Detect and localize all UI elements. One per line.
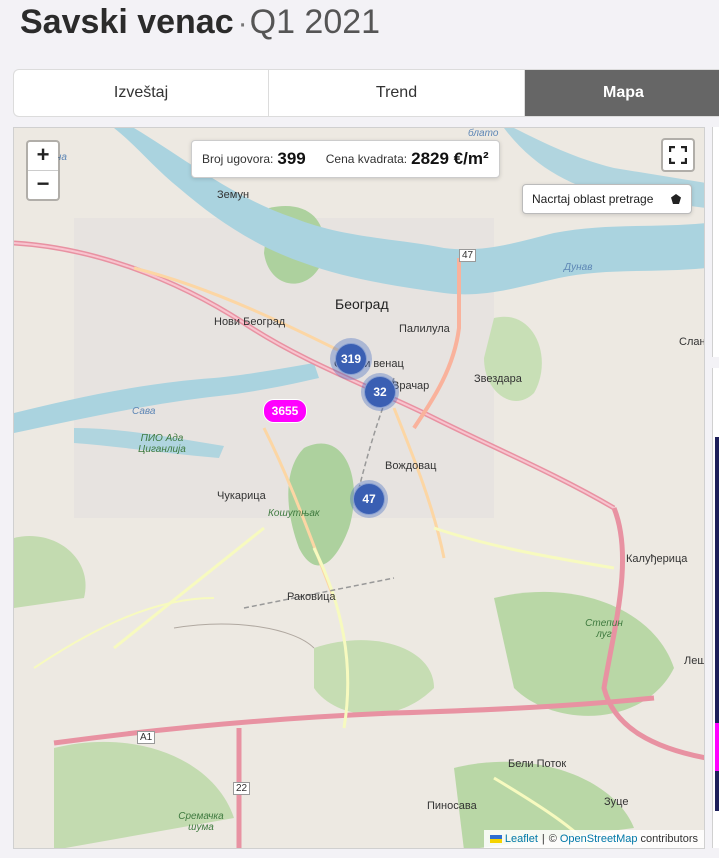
cluster-count: 47 xyxy=(353,483,385,515)
zoom-out-button[interactable]: − xyxy=(28,171,58,199)
page-title: Savski venac ·Q1 2021 xyxy=(20,2,380,42)
label-vozdovac: Вождовац xyxy=(385,460,437,472)
draw-area-button[interactable]: Nacrtaj oblast pretrage xyxy=(522,184,692,214)
leaflet-link[interactable]: Leaflet xyxy=(505,833,538,845)
label-zvezdara: Звездара xyxy=(474,373,522,385)
label-beli-potok: Бели Поток xyxy=(508,758,567,770)
cluster-count: 319 xyxy=(335,343,367,375)
price-label: Cena kvadrata: xyxy=(325,152,408,166)
polygon-icon xyxy=(671,194,681,204)
tab-trend[interactable]: Trend xyxy=(269,70,525,116)
title-separator: · xyxy=(237,7,248,40)
label-kaludjerica: Калуђерица xyxy=(626,553,688,565)
fullscreen-button[interactable] xyxy=(661,138,695,172)
ukraine-flag-icon xyxy=(489,835,502,843)
cluster-marker[interactable]: 32 xyxy=(361,373,399,411)
side-panel-top xyxy=(712,127,719,357)
cluster-marker[interactable]: 319 xyxy=(330,338,372,380)
contributors-text: contributors xyxy=(640,833,698,845)
price-value: 2829 €/m² xyxy=(411,149,489,168)
side-chart-highlight xyxy=(715,723,719,771)
attribution-separator: | xyxy=(541,833,545,845)
draw-area-label: Nacrtaj oblast pretrage xyxy=(532,192,654,206)
label-novi-beograd: Нови Београд xyxy=(214,316,286,328)
road-shield-a1: A1 xyxy=(137,731,156,744)
tab-izvestaj[interactable]: Izveštaj xyxy=(14,70,269,116)
label-pinosava: Пиносава xyxy=(427,800,477,812)
view-tabs: Izveštaj Trend Mapa xyxy=(13,69,719,117)
tab-mapa[interactable]: Mapa xyxy=(525,70,719,116)
cluster-marker[interactable]: 47 xyxy=(350,480,388,518)
label-blato: блато xyxy=(468,128,499,139)
copyright-symbol: © xyxy=(548,833,557,845)
map-attribution: Leaflet | © OpenStreetMap contributors xyxy=(483,830,704,848)
municipality-name: Savski venac xyxy=(20,3,234,41)
label-palilula: Палилула xyxy=(399,323,450,335)
osm-link[interactable]: OpenStreetMap xyxy=(560,833,638,845)
road-shield-47: 47 xyxy=(459,249,477,262)
cluster-count: 32 xyxy=(364,376,396,408)
contracts-value: 399 xyxy=(277,149,306,168)
map-view[interactable]: Београд Нови Београд Земун Палилула Савс… xyxy=(13,127,705,849)
label-sava: Сава xyxy=(132,406,156,417)
label-beograd: Београд xyxy=(335,296,389,312)
label-ada-ciganlija: ПИО Ада Циганлија xyxy=(138,433,186,455)
map-stats-box: Broj ugovora: 399 Cena kvadrata: 2829 €/… xyxy=(191,140,500,178)
label-kosutnjak: Кошутњак xyxy=(268,508,320,519)
label-zuce: Зуце xyxy=(604,796,629,808)
label-rakovica: Раковица xyxy=(287,591,336,603)
label-slan: Слан xyxy=(679,336,705,348)
zoom-in-button[interactable]: + xyxy=(28,142,58,171)
label-lesht: Лешт xyxy=(684,655,704,667)
highlight-marker[interactable]: 3655 xyxy=(263,399,307,423)
label-sremacka-suma: Сремачка шума xyxy=(178,811,224,833)
label-stepin-lug: Степин луг xyxy=(585,618,623,640)
road-shield-22: 22 xyxy=(233,782,251,795)
zoom-control: + − xyxy=(26,140,60,201)
label-zemun: Земун xyxy=(217,189,250,201)
period-label: Q1 2021 xyxy=(249,3,381,41)
label-dunav: Дунав xyxy=(564,262,593,273)
fullscreen-icon xyxy=(669,146,687,164)
contracts-label: Broj ugovora: xyxy=(202,152,274,166)
label-cukarica: Чукарица xyxy=(217,490,266,502)
